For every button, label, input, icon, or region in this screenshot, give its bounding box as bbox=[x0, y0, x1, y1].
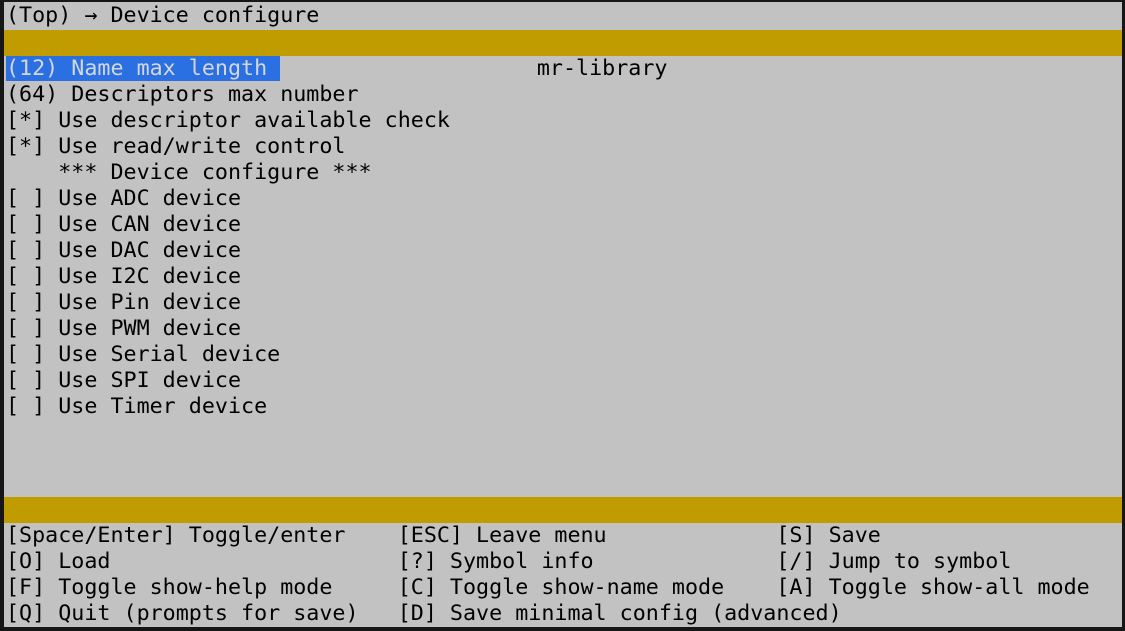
menu-item-label: [ ] Use Pin device bbox=[6, 290, 241, 315]
menu-item-label: [ ] Use PWM device bbox=[6, 316, 241, 341]
help-panel: [Space/Enter] Toggle/enter [ESC] Leave m… bbox=[4, 523, 1122, 627]
menu-item-use-can-device[interactable]: [ ] Use CAN device bbox=[4, 212, 1122, 238]
menu-item-use-read-write-control[interactable]: [*] Use read/write control bbox=[4, 134, 1122, 160]
menu-item-label: (64) Descriptors max number bbox=[6, 82, 359, 107]
menu-item-use-spi-device[interactable]: [ ] Use SPI device bbox=[4, 368, 1122, 394]
menu-item-use-dac-device[interactable]: [ ] Use DAC device bbox=[4, 238, 1122, 264]
menu-comment-device-configure: *** Device configure *** bbox=[4, 160, 1122, 186]
help-row: [Space/Enter] Toggle/enter [ESC] Leave m… bbox=[4, 523, 1122, 549]
menu-item-label: [ ] Use CAN device bbox=[6, 212, 241, 237]
help-hint-show-name-mode: [C] Toggle show-name mode bbox=[398, 575, 724, 601]
menu-item-use-i2c-device[interactable]: [ ] Use I2C device bbox=[4, 264, 1122, 290]
menu-item-use-adc-device[interactable]: [ ] Use ADC device bbox=[4, 186, 1122, 212]
menu-item-label: [ ] Use Serial device bbox=[6, 342, 280, 367]
menu-item-label: [ ] Use ADC device bbox=[6, 186, 241, 211]
menu-item-use-descriptor-available-check[interactable]: [*] Use descriptor available check bbox=[4, 108, 1122, 134]
app-title: mr-library bbox=[537, 56, 668, 81]
menu-item-label: [*] Use descriptor available check bbox=[6, 108, 450, 133]
menu-item-use-pin-device[interactable]: [ ] Use Pin device bbox=[4, 290, 1122, 316]
menu-item-use-pwm-device[interactable]: [ ] Use PWM device bbox=[4, 316, 1122, 342]
menu-item-label: [ ] Use SPI device bbox=[6, 368, 241, 393]
menu-item-label: [*] Use read/write control bbox=[6, 134, 345, 159]
help-hint-quit: [Q] Quit (prompts for save) bbox=[6, 601, 359, 627]
menu-item-label-selected: (12) Name max length bbox=[6, 56, 280, 81]
help-row: [O] Load [?] Symbol info [/] Jump to sym… bbox=[4, 549, 1122, 575]
menu-item-use-serial-device[interactable]: [ ] Use Serial device bbox=[4, 342, 1122, 368]
menu-comment-label: *** Device configure *** bbox=[6, 160, 372, 185]
help-hint-load: [O] Load bbox=[6, 549, 110, 575]
menu-item-label: [ ] Use DAC device bbox=[6, 238, 241, 263]
help-hint-jump-to-symbol: [/] Jump to symbol bbox=[776, 549, 1011, 575]
menu-item-label: [ ] Use Timer device bbox=[6, 394, 267, 419]
title-bar: mr-library bbox=[4, 30, 1122, 56]
help-row: [Q] Quit (prompts for save) [D] Save min… bbox=[4, 601, 1122, 627]
menu-list: (12) Name max length (64) Descriptors ma… bbox=[4, 56, 1122, 497]
help-hint-show-all-mode: [A] Toggle show-all mode bbox=[776, 575, 1089, 601]
menuconfig-window: (Top) → Device configure mr-library (12)… bbox=[0, 0, 1125, 631]
help-hint-leave-menu: [ESC] Leave menu bbox=[398, 523, 607, 549]
help-hint-symbol-info: [?] Symbol info bbox=[398, 549, 594, 575]
terminal-screen: (Top) → Device configure mr-library (12)… bbox=[4, 2, 1122, 627]
help-hint-toggle-enter: [Space/Enter] Toggle/enter bbox=[6, 523, 345, 549]
breadcrumb: (Top) → Device configure bbox=[4, 2, 1122, 30]
separator-bar bbox=[4, 497, 1122, 523]
menu-item-label: [ ] Use I2C device bbox=[6, 264, 241, 289]
help-hint-save: [S] Save bbox=[776, 523, 880, 549]
help-hint-show-help-mode: [F] Toggle show-help mode bbox=[6, 575, 332, 601]
menu-item-use-timer-device[interactable]: [ ] Use Timer device bbox=[4, 394, 1122, 420]
help-hint-save-minimal-config: [D] Save minimal config (advanced) bbox=[398, 601, 842, 627]
help-row: [F] Toggle show-help mode [C] Toggle sho… bbox=[4, 575, 1122, 601]
